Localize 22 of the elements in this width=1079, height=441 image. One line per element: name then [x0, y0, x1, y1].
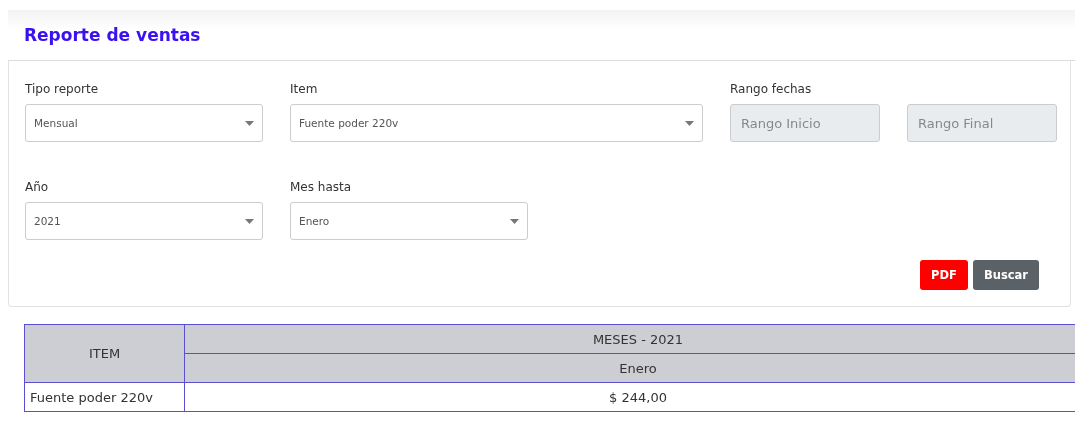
- caret-icon: [685, 120, 694, 126]
- date-field[interactable]: Rango Inicio: [730, 104, 880, 142]
- field-label: Año: [25, 179, 50, 196]
- field-label: Rango fechas: [730, 81, 813, 98]
- caret-icon: [245, 218, 254, 224]
- search-button[interactable]: Buscar: [972, 260, 1039, 290]
- field-label: Item: [290, 81, 319, 98]
- select-field[interactable]: Fuente poder 220v: [290, 104, 703, 142]
- column-header: ITEM: [24, 324, 185, 383]
- select-field[interactable]: Enero: [290, 202, 528, 240]
- column-header: Enero: [184, 353, 1075, 383]
- select-field[interactable]: Mensual: [25, 104, 263, 142]
- caret-icon: [510, 218, 519, 224]
- field-label: Tipo reporte: [25, 81, 100, 98]
- pdf-button[interactable]: PDF: [920, 260, 968, 290]
- field-label: Mes hasta: [290, 179, 353, 196]
- caret-icon: [245, 120, 254, 126]
- select-field[interactable]: 2021: [25, 202, 263, 240]
- table-cell: Fuente poder 220v: [24, 382, 185, 412]
- page-title: Reporte de ventas: [24, 25, 201, 45]
- date-field[interactable]: Rango Final: [907, 104, 1057, 142]
- column-header: MESES - 2021: [184, 324, 1075, 354]
